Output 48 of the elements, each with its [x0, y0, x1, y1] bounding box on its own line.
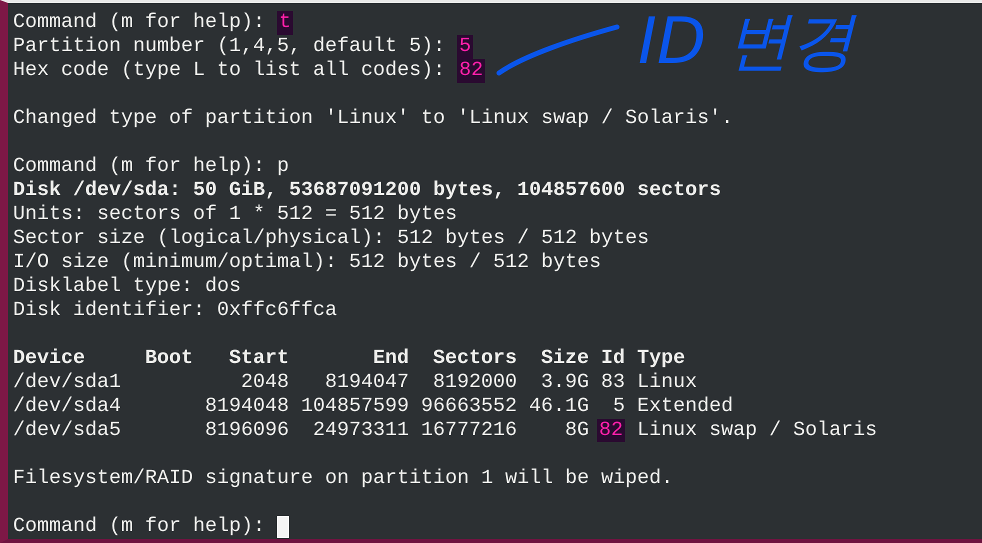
column-header: Sectors	[432, 347, 518, 371]
prompt-text: Command (m for help):	[13, 11, 266, 35]
table-cell-text: 46.1G	[528, 395, 590, 419]
table-cell-text: /dev/sda4	[13, 395, 122, 419]
table-cell: 5	[613, 395, 626, 418]
output-text: Disk identifier: 0xffc6ffca	[13, 299, 338, 323]
output-text: Sector size (logical/physical): 512 bytes / 512 bytes	[13, 227, 650, 251]
typed-text: 82	[457, 59, 486, 83]
prompt-text: Partition number (1,4,5, default 5):	[13, 35, 446, 59]
column-header: Size	[540, 347, 590, 371]
output-text: I/O size (minimum/optimal): 512 bytes / 512 bytes	[13, 251, 602, 275]
column-header: Start	[228, 347, 290, 371]
table-cell: 83	[601, 371, 626, 394]
table-cell-text: 2048	[240, 371, 290, 395]
column-header: Type	[637, 347, 686, 371]
typed-text: 5	[457, 35, 474, 59]
table-cell-text: 104857599	[300, 395, 410, 419]
table-cell-text: Extended	[637, 395, 734, 419]
table-cell-text: 8194047	[324, 371, 410, 395]
column-header: Boot	[145, 347, 194, 371]
table-cell-text: 24973311	[312, 419, 410, 443]
table-cell: Linux swap / Solaris	[637, 419, 878, 443]
output-text: Disklabel type: dos	[13, 275, 242, 299]
table-cell-text: 8194048	[204, 395, 290, 419]
table-cell-text: /dev/sda5	[13, 419, 122, 443]
output-text: Disk /dev/sda: 50 GiB, 53687091200 bytes, 104857600 sectors	[13, 179, 722, 203]
table-cell-text: 8G	[564, 419, 590, 443]
prompt-text: Hex code (type L to list all codes):	[13, 59, 446, 83]
table-cell-text: /dev/sda1	[13, 371, 122, 395]
table-cell-text: Linux	[637, 371, 698, 395]
text-cursor	[277, 516, 290, 538]
table-cell-text: 8192000	[432, 371, 518, 395]
typed-text: t	[277, 11, 294, 35]
table-cell-text: 8196096	[204, 419, 290, 443]
table-cell-text: 96663552	[420, 395, 518, 419]
prompt-text: Command (m for help):	[13, 155, 266, 179]
column-header: Id	[600, 347, 626, 371]
table-cell: 82	[597, 419, 626, 442]
typed-text: p	[277, 155, 290, 179]
column-header: Device	[13, 347, 86, 371]
table-cell-text: 16777216	[420, 419, 518, 443]
output-text: Changed type of partition 'Linux' to 'Linux swap / Solaris'.	[13, 107, 734, 131]
handwritten-annotation: ID 변경	[638, 0, 854, 87]
prompt-text: Command (m for help):	[13, 515, 266, 539]
output-text: Units: sectors of 1 * 512 = 512 bytes	[13, 203, 458, 227]
column-header: End	[372, 347, 410, 371]
output-text: Filesystem/RAID signature on partition 1 will be wiped.	[13, 467, 674, 491]
table-cell-text: 3.9G	[540, 371, 590, 395]
